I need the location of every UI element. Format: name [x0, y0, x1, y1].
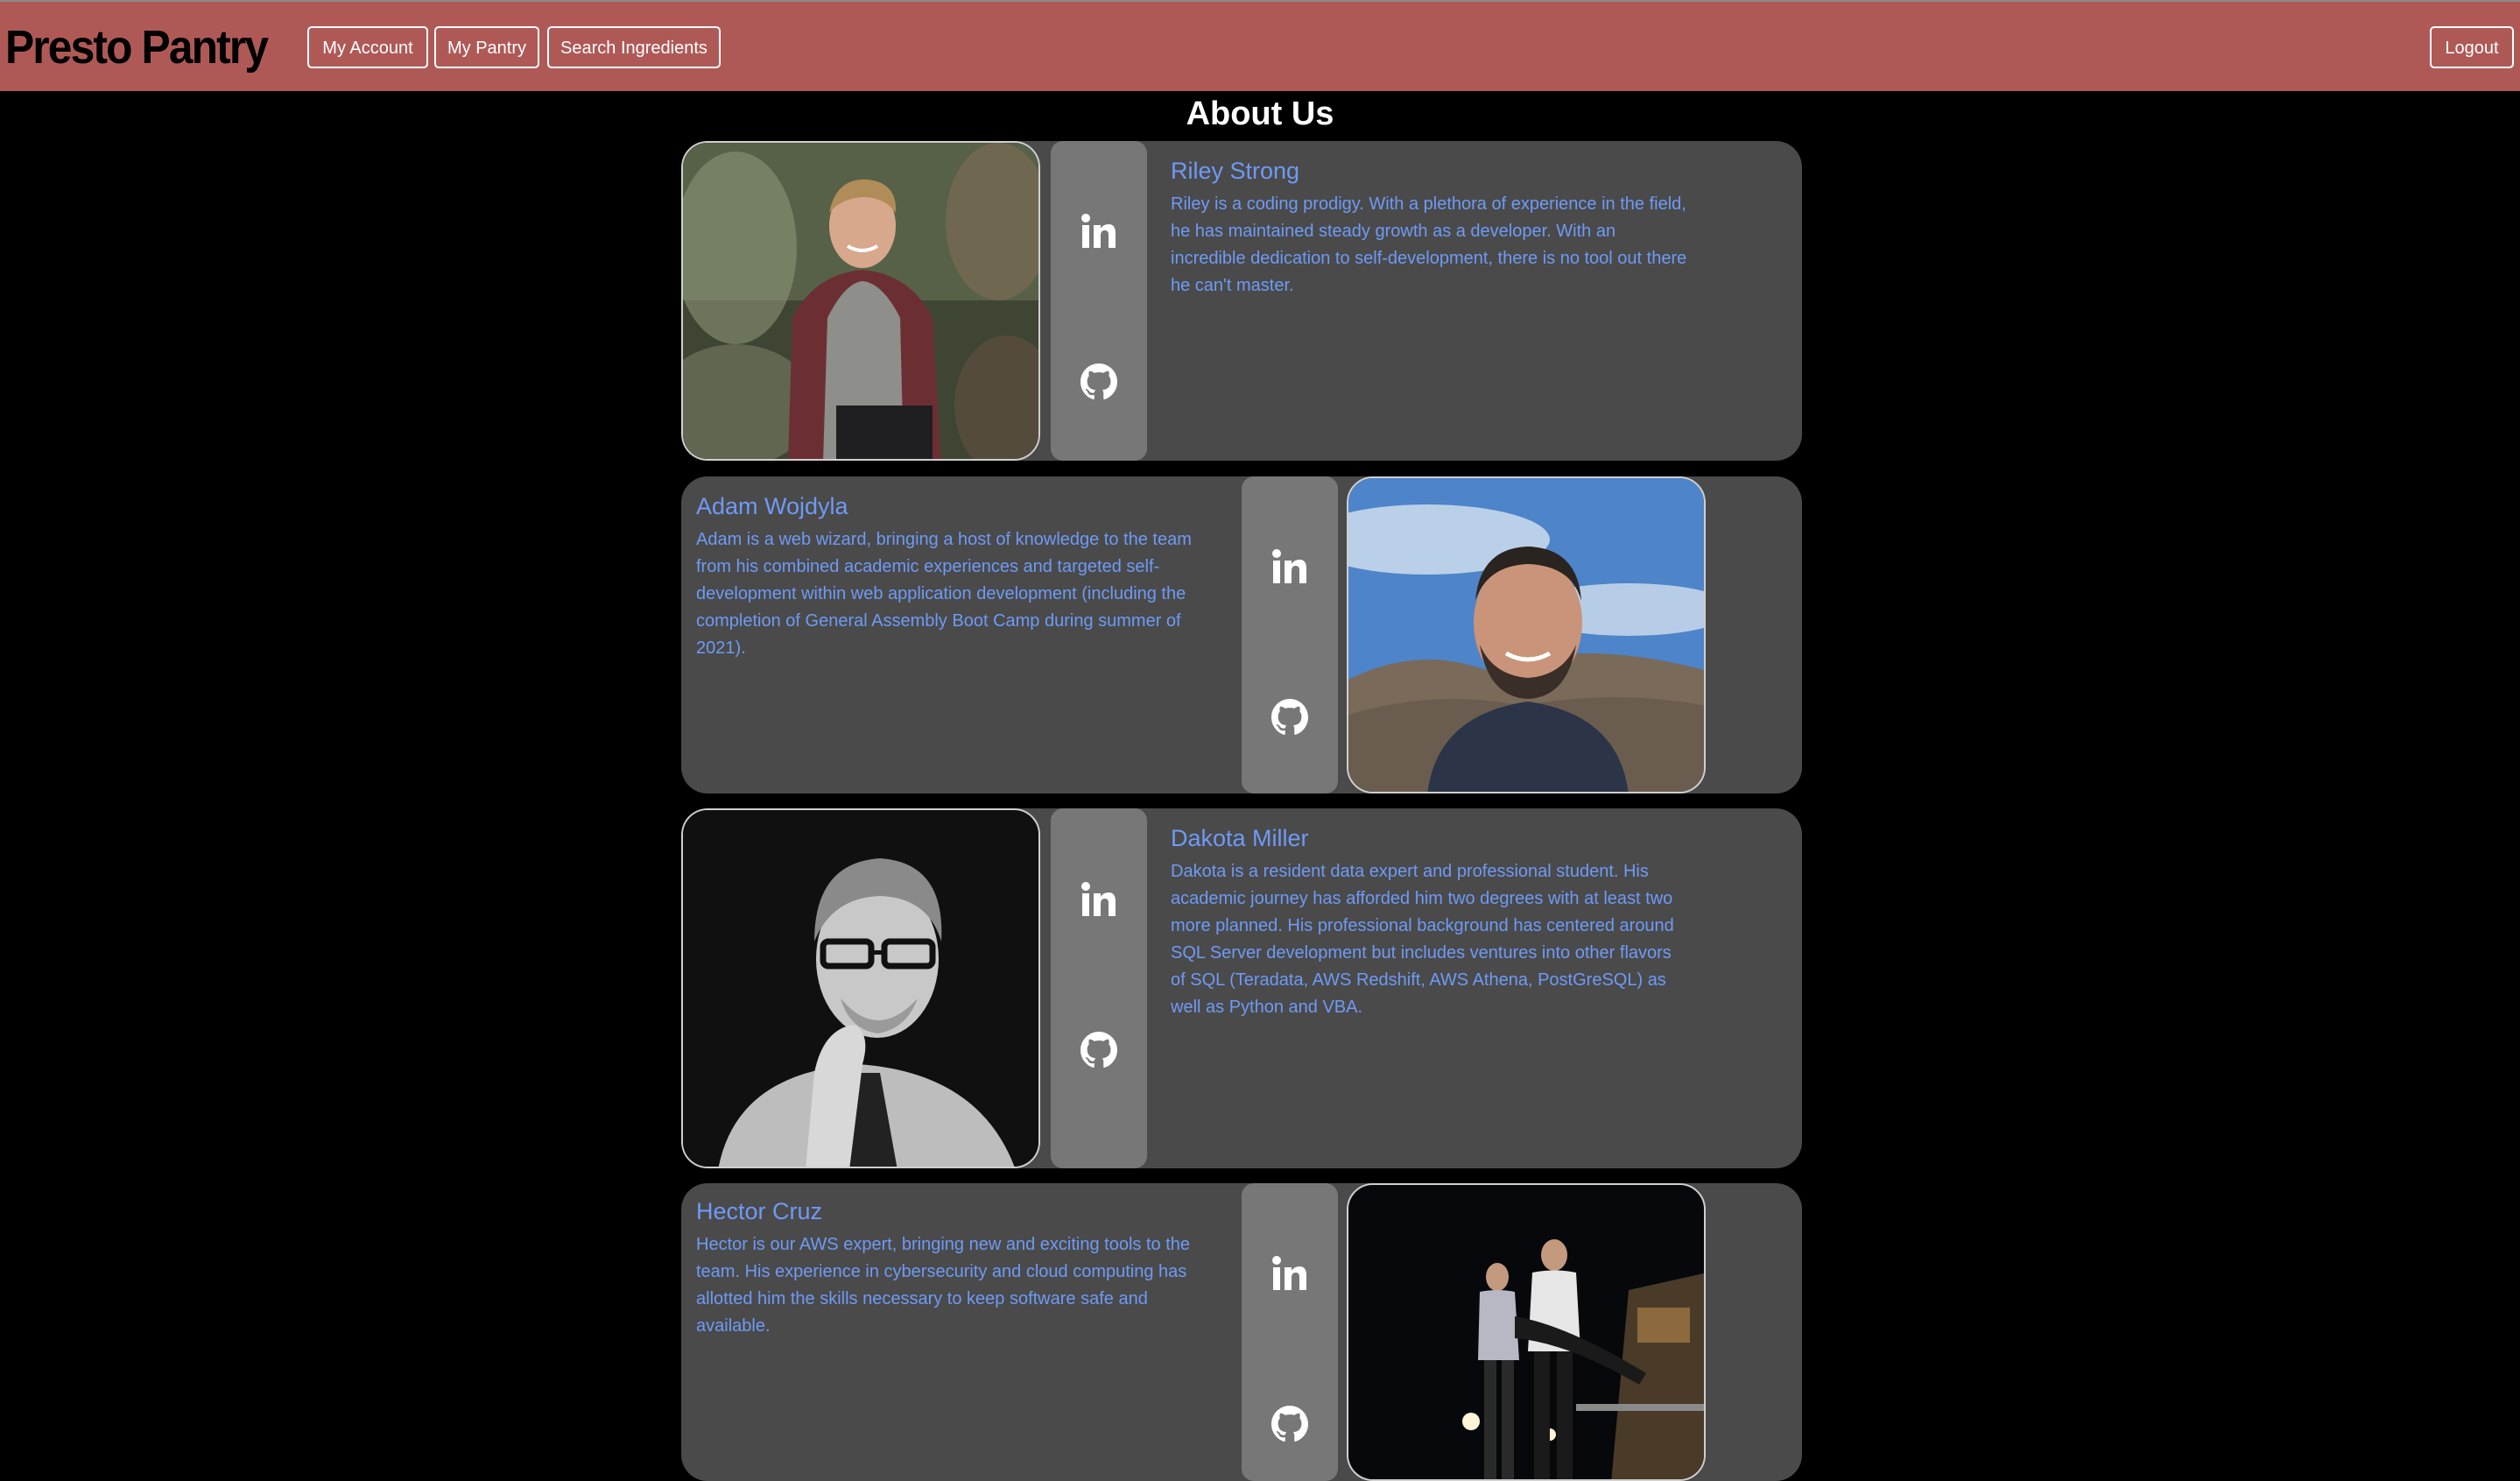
- adam-photo: [1347, 476, 1706, 793]
- linkedin-icon[interactable]: [1051, 881, 1147, 918]
- riley-portrait-image: [683, 143, 1038, 459]
- github-icon[interactable]: [1051, 1032, 1147, 1068]
- search-ingredients-button[interactable]: Search Ingredients: [547, 26, 721, 68]
- adam-portrait-image: [1348, 478, 1704, 792]
- team-card-hector: Hector Cruz Hector is our AWS expert, br…: [681, 1183, 1802, 1481]
- member-name: Dakota Miller: [1171, 825, 1309, 851]
- team-card-riley: Riley Strong Riley is a coding prodigy. …: [681, 141, 1802, 461]
- dakota-portrait-image: [683, 810, 1038, 1167]
- member-bio: Adam is a web wizard, bringing a host of…: [696, 530, 1192, 658]
- navbar: Presto Pantry My Account My Pantry Searc…: [0, 0, 2520, 91]
- member-name: Hector Cruz: [696, 1198, 823, 1224]
- linkedin-icon[interactable]: [1051, 213, 1147, 250]
- member-bio: Dakota is a resident data expert and pro…: [1171, 862, 1674, 1017]
- linkedin-icon[interactable]: [1242, 548, 1338, 585]
- member-bio: Riley is a coding prodigy. With a pletho…: [1171, 194, 1687, 295]
- my-account-button[interactable]: My Account: [307, 26, 428, 68]
- github-icon[interactable]: [1051, 363, 1147, 400]
- team-card-adam: Adam Wojdyla Adam is a web wizard, bring…: [681, 476, 1802, 793]
- linkedin-icon[interactable]: [1242, 1255, 1338, 1292]
- member-name: Riley Strong: [1171, 158, 1300, 184]
- my-pantry-button[interactable]: My Pantry: [434, 26, 539, 68]
- logout-button[interactable]: Logout: [2430, 26, 2514, 68]
- brand-logo[interactable]: Presto Pantry: [5, 19, 269, 75]
- github-icon[interactable]: [1242, 699, 1338, 736]
- member-bio: Hector is our AWS expert, bringing new a…: [696, 1235, 1190, 1336]
- dakota-photo: [681, 808, 1040, 1168]
- team-card-dakota: Dakota Miller Dakota is a resident data …: [681, 808, 1802, 1168]
- hector-social-links: [1242, 1183, 1338, 1481]
- hector-photo: [1347, 1183, 1706, 1481]
- hector-portrait-image: [1348, 1185, 1704, 1479]
- page-title: About Us: [1186, 95, 1334, 132]
- riley-social-links: [1051, 141, 1147, 461]
- riley-photo: [681, 141, 1040, 461]
- adam-social-links: [1242, 476, 1338, 793]
- github-icon[interactable]: [1242, 1406, 1338, 1442]
- member-name: Adam Wojdyla: [696, 493, 848, 519]
- dakota-social-links: [1051, 808, 1147, 1168]
